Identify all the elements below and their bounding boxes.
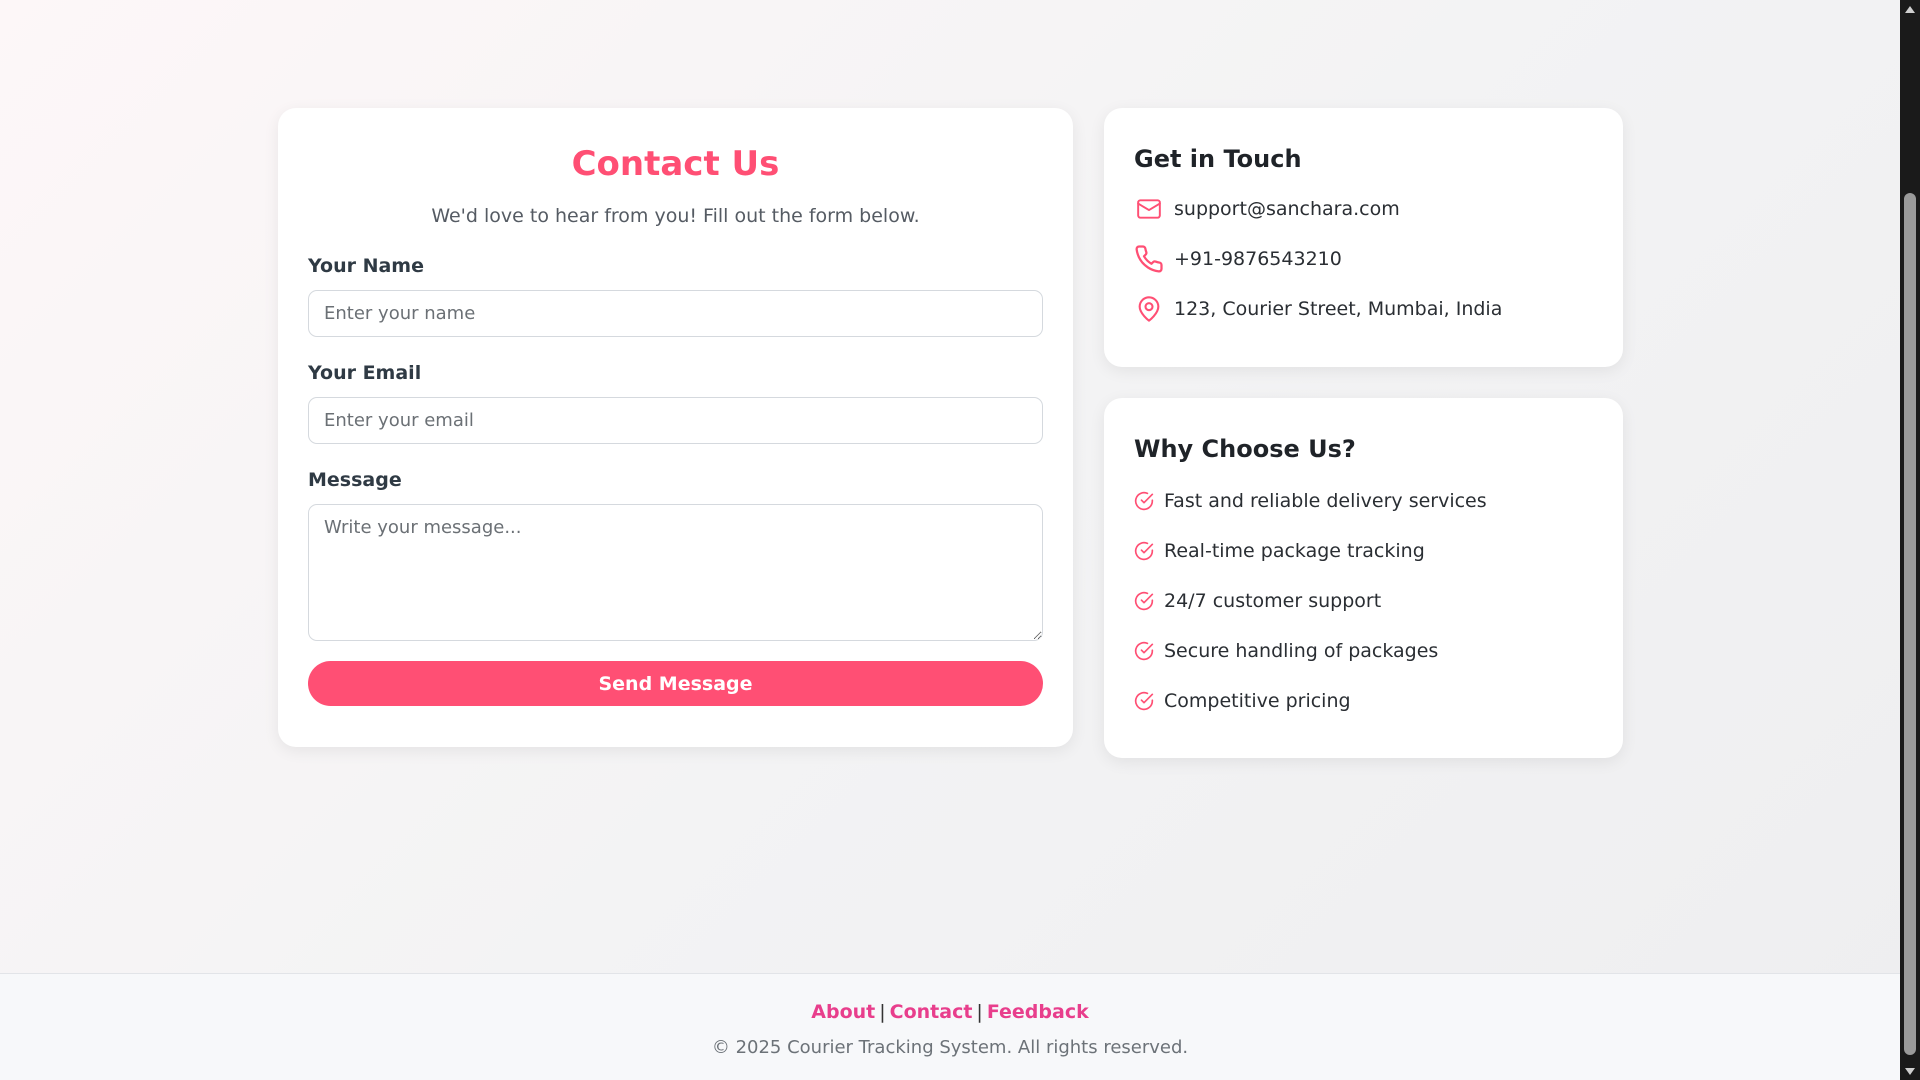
benefit-item: Competitive pricing bbox=[1134, 688, 1593, 714]
location-pin-icon bbox=[1134, 294, 1164, 324]
get-in-touch-title: Get in Touch bbox=[1134, 145, 1302, 173]
get-in-touch-card: Get in Touch support@sanchara.com +91-98… bbox=[1104, 108, 1623, 367]
footer-link-about[interactable]: About bbox=[811, 1001, 875, 1023]
scroll-down-arrow-icon[interactable] bbox=[1900, 1062, 1920, 1080]
footer-link-feedback[interactable]: Feedback bbox=[987, 1001, 1089, 1023]
message-textarea[interactable] bbox=[308, 504, 1043, 641]
why-choose-us-title: Why Choose Us? bbox=[1134, 435, 1356, 463]
contact-subtitle: We'd love to hear from you! Fill out the… bbox=[431, 205, 920, 227]
benefits-list: Fast and reliable delivery services Real… bbox=[1134, 488, 1593, 714]
footer-separator: | bbox=[976, 1001, 983, 1023]
benefit-text: Secure handling of packages bbox=[1164, 640, 1439, 662]
mail-icon bbox=[1134, 194, 1164, 224]
page-viewport: Contact Us We'd love to hear from you! F… bbox=[0, 0, 1900, 1080]
footer-copyright: © 2025 Courier Tracking System. All righ… bbox=[711, 1037, 1189, 1058]
benefit-item: Real-time package tracking bbox=[1134, 538, 1593, 564]
benefit-text: Real-time package tracking bbox=[1164, 540, 1425, 562]
message-label: Message bbox=[308, 469, 402, 491]
check-circle-icon bbox=[1134, 591, 1154, 611]
check-circle-icon bbox=[1134, 641, 1154, 661]
footer-separator: | bbox=[879, 1001, 886, 1023]
contact-info-address: 123, Courier Street, Mumbai, India bbox=[1134, 294, 1593, 324]
contact-address-text: 123, Courier Street, Mumbai, India bbox=[1174, 298, 1503, 320]
page-footer: About | Contact | Feedback © 2025 Courier Tr… bbox=[0, 973, 1900, 1080]
contact-info-email: support@sanchara.com bbox=[1134, 194, 1593, 224]
why-choose-us-card: Why Choose Us? Fast and reliable deliver… bbox=[1104, 398, 1623, 758]
send-message-button[interactable]: Send Message bbox=[308, 661, 1043, 706]
contact-phone-text: +91-9876543210 bbox=[1174, 248, 1342, 270]
contact-info-phone: +91-9876543210 bbox=[1134, 244, 1593, 274]
name-label: Your Name bbox=[308, 255, 424, 277]
footer-links: About | Contact | Feedback bbox=[0, 1000, 1900, 1024]
contact-info-list: support@sanchara.com +91-9876543210 123,… bbox=[1134, 194, 1593, 324]
scrollbar-thumb[interactable] bbox=[1904, 193, 1916, 1055]
benefit-text: Competitive pricing bbox=[1164, 690, 1351, 712]
contact-title: Contact Us bbox=[571, 144, 780, 184]
footer-link-contact[interactable]: Contact bbox=[890, 1001, 973, 1023]
email-label: Your Email bbox=[308, 362, 422, 384]
benefit-item: Fast and reliable delivery services bbox=[1134, 488, 1593, 514]
phone-icon bbox=[1134, 244, 1164, 274]
benefit-item: 24/7 customer support bbox=[1134, 588, 1593, 614]
email-input[interactable] bbox=[308, 397, 1043, 444]
check-circle-icon bbox=[1134, 691, 1154, 711]
name-input[interactable] bbox=[308, 290, 1043, 337]
contact-email-text: support@sanchara.com bbox=[1174, 198, 1400, 220]
check-circle-icon bbox=[1134, 541, 1154, 561]
benefit-text: 24/7 customer support bbox=[1164, 590, 1382, 612]
contact-form-card: Contact Us We'd love to hear from you! F… bbox=[278, 108, 1073, 747]
scroll-up-arrow-icon[interactable] bbox=[1900, 0, 1920, 18]
benefit-item: Secure handling of packages bbox=[1134, 638, 1593, 664]
check-circle-icon bbox=[1134, 491, 1154, 511]
vertical-scrollbar[interactable] bbox=[1900, 0, 1920, 1080]
benefit-text: Fast and reliable delivery services bbox=[1164, 490, 1487, 512]
